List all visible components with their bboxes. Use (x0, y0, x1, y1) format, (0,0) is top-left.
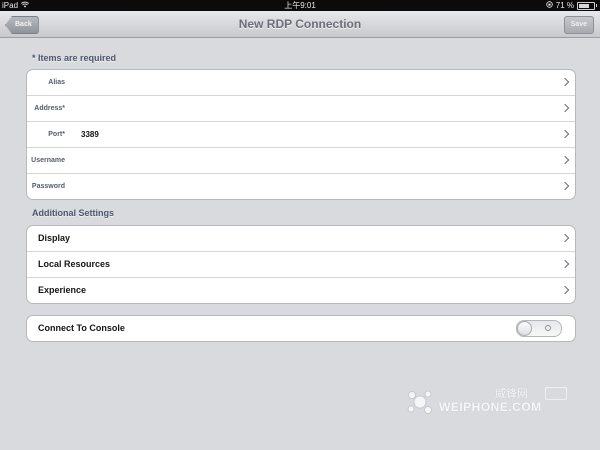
address-label: Address* (34, 105, 65, 112)
chevron-right-icon (560, 77, 570, 87)
port-row[interactable]: Port* 3389 (27, 122, 575, 148)
watermark-cn-text: 威锋网 (495, 388, 528, 400)
console-toggle[interactable] (516, 320, 562, 337)
password-row[interactable]: Password (27, 174, 575, 199)
chevron-right-icon (560, 259, 570, 269)
chevron-right-icon (560, 181, 570, 191)
display-row[interactable]: Display (27, 226, 575, 252)
required-fields-group: Alias Address* Port* 3389 Username Passw… (26, 69, 576, 200)
toggle-knob[interactable] (517, 321, 532, 336)
weiphone-logo-icon (405, 387, 435, 422)
battery-percent: 71 % (555, 1, 574, 10)
alias-label: Alias (48, 79, 65, 86)
port-value[interactable]: 3389 (81, 122, 99, 147)
watermark-en-text: WEIPHONE.COM (439, 400, 542, 414)
chevron-right-icon (560, 285, 570, 295)
password-label: Password (31, 183, 65, 190)
chevron-right-icon (560, 233, 570, 243)
chevron-right-icon (560, 103, 570, 113)
chevron-right-icon (560, 129, 570, 139)
battery-icon (577, 1, 595, 10)
experience-label: Experience (38, 285, 87, 295)
navigation-bar: Back New RDP Connection Save (0, 11, 600, 38)
display-label: Display (38, 233, 71, 243)
toggle-off-icon (545, 325, 551, 331)
watermark: 威锋网 WEIPHONE.COM (405, 385, 570, 417)
local-resources-row[interactable]: Local Resources (27, 252, 575, 278)
username-label: Username (31, 157, 65, 164)
console-row: Connect To Console (27, 316, 575, 341)
status-time: 上午9:01 (284, 1, 316, 10)
experience-row[interactable]: Experience (27, 278, 575, 303)
address-row[interactable]: Address* (27, 96, 575, 122)
save-button[interactable]: Save (563, 16, 594, 34)
console-group: Connect To Console (26, 315, 576, 342)
additional-section-header: Additional Settings (32, 208, 114, 218)
username-row[interactable]: Username (27, 148, 575, 174)
additional-settings-group: Display Local Resources Experience (26, 225, 576, 304)
required-section-header: * Items are required (32, 53, 117, 63)
rotation-lock-icon (546, 0, 553, 11)
console-label: Connect To Console (38, 323, 125, 333)
watermark-box-icon (545, 387, 567, 400)
alias-row[interactable]: Alias (27, 70, 575, 96)
local-resources-label: Local Resources (38, 259, 111, 269)
page-title: New RDP Connection (238, 17, 362, 31)
status-bar: iPad 上午9:01 71 % (0, 0, 600, 11)
chevron-right-icon (560, 155, 570, 165)
status-right: 71 % (546, 0, 597, 11)
port-label: Port* (48, 131, 65, 138)
